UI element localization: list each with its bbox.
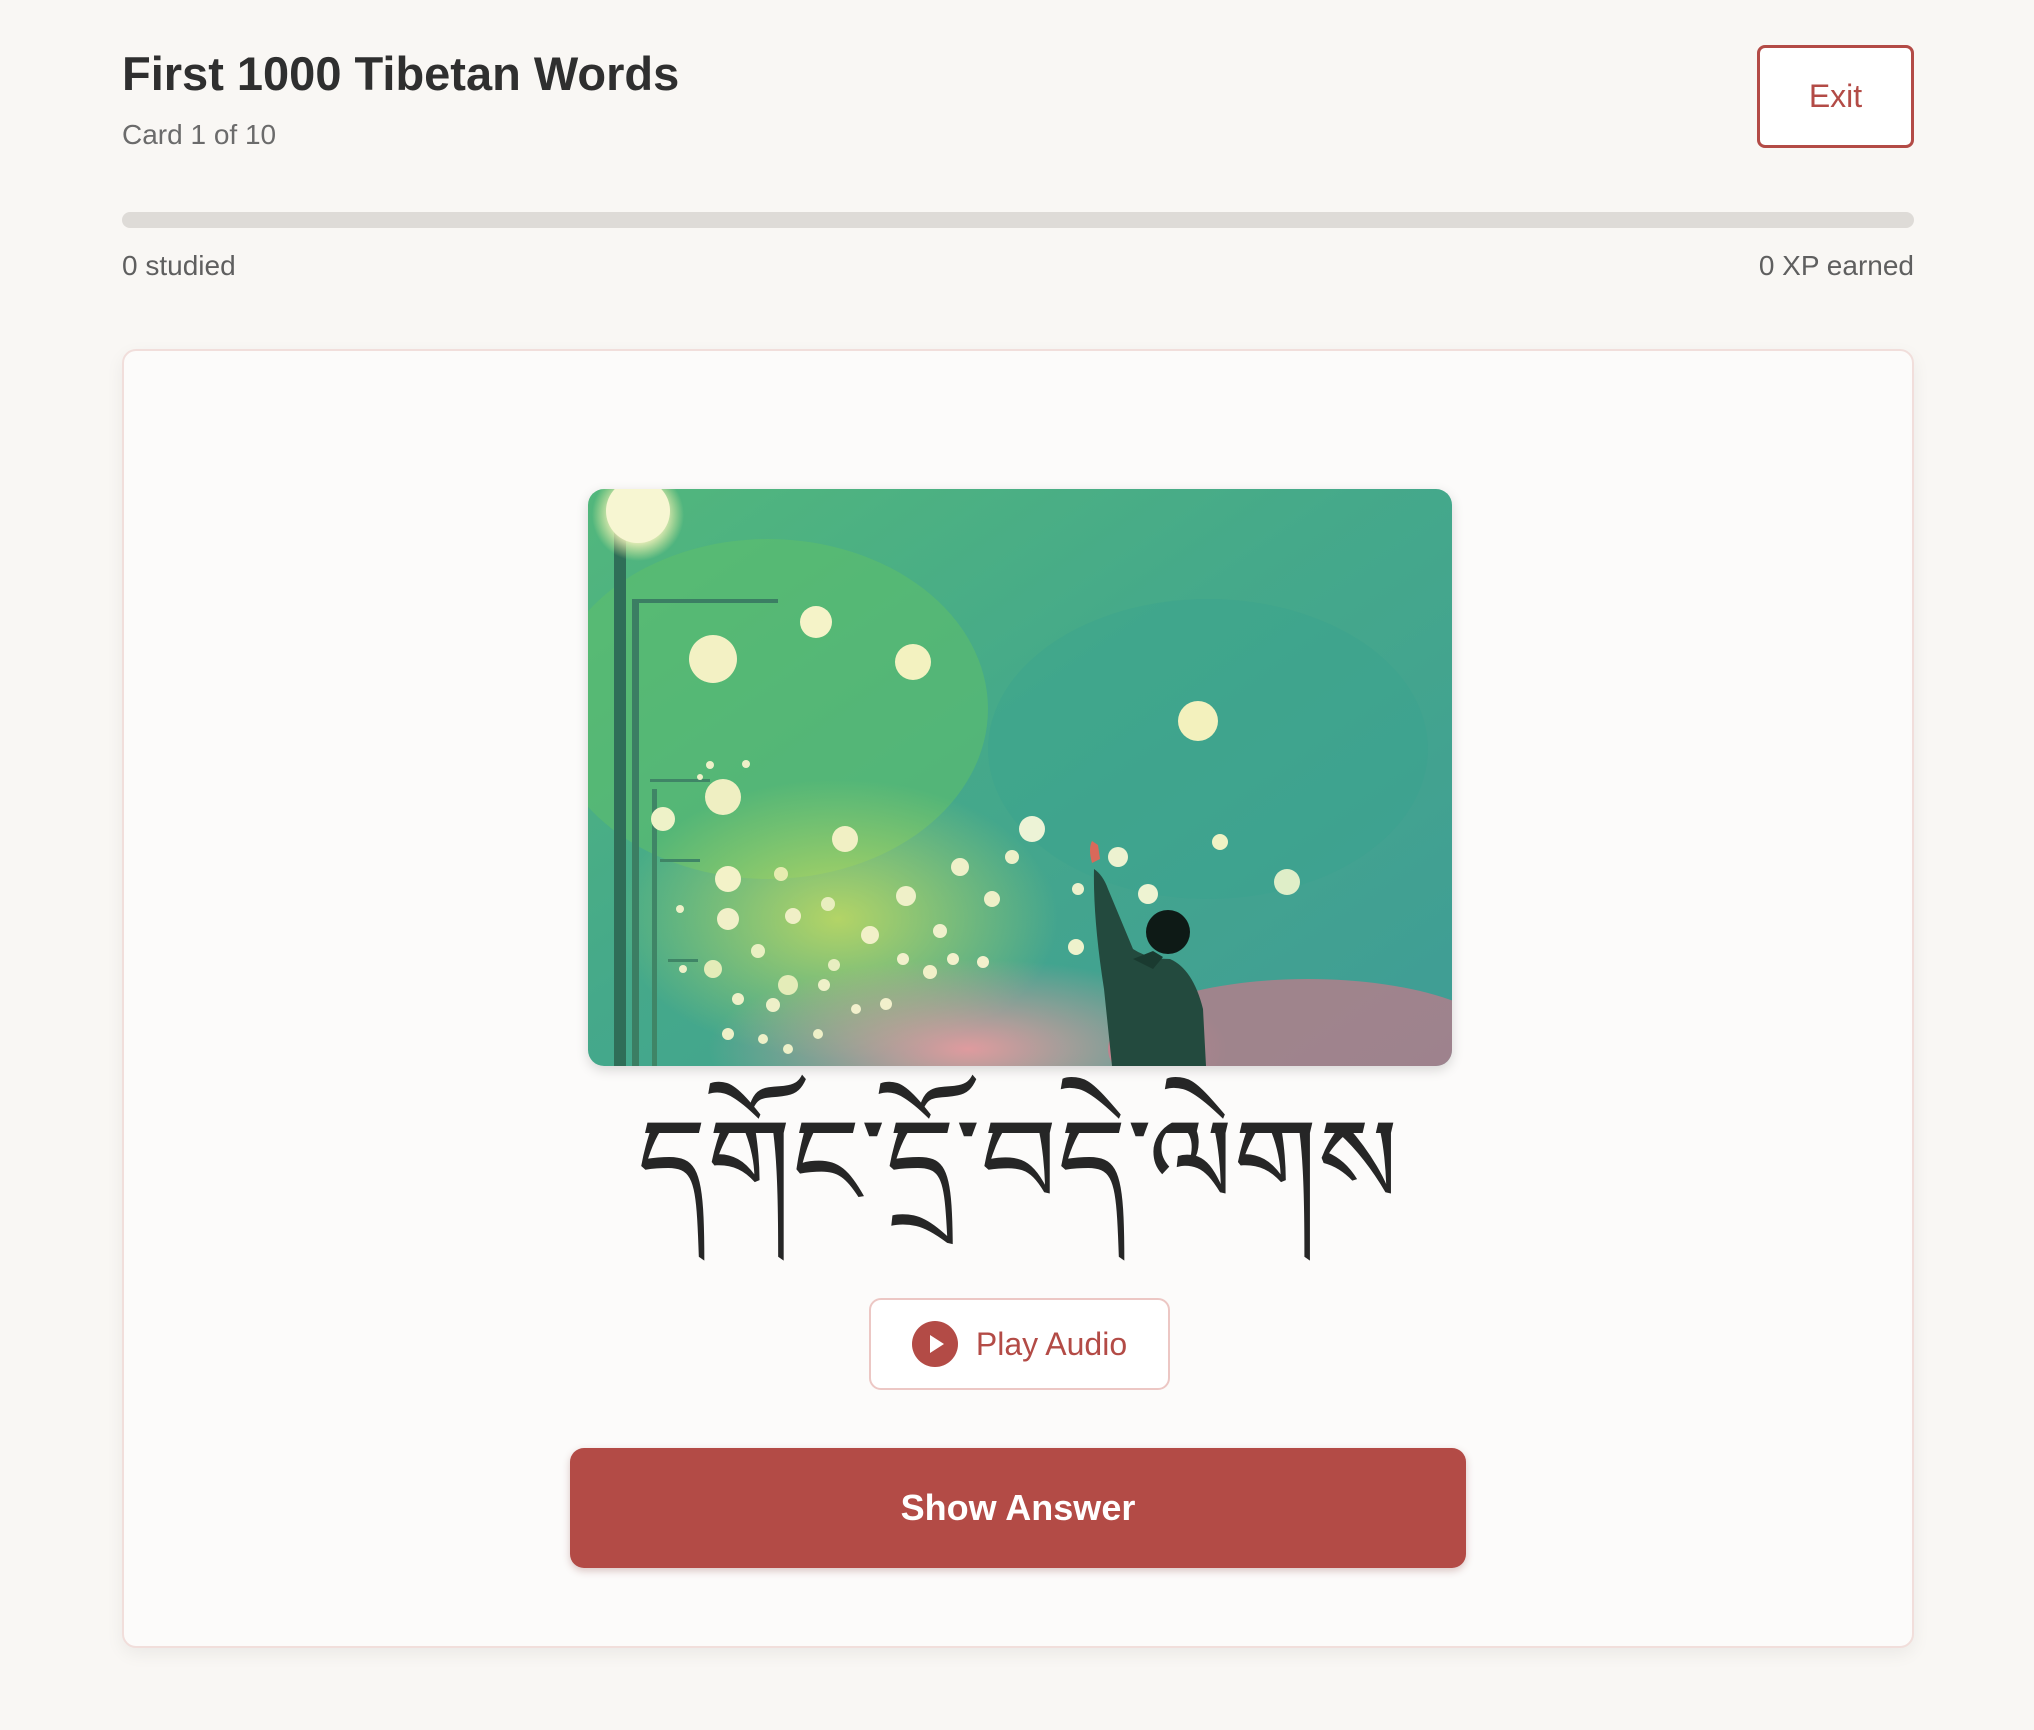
card-illustration	[588, 489, 1452, 1066]
progress-bar	[122, 212, 1914, 228]
deck-header: First 1000 Tibetan Words Card 1 of 10	[122, 50, 679, 149]
flashcard: དགོང་དྲོ་བདེ་ལེགས Play Audio Show Answer	[122, 349, 1914, 1648]
deck-title: First 1000 Tibetan Words	[122, 47, 680, 100]
show-answer-button[interactable]: Show Answer	[570, 1448, 1466, 1568]
play-audio-label: Play Audio	[975, 1325, 1128, 1362]
tibetan-word: དགོང་དྲོ་བདེ་ལེགས	[637, 1094, 1399, 1233]
xp-earned: 0 XP earned	[1758, 250, 1914, 281]
exit-button[interactable]: Exit	[1757, 45, 1914, 148]
flashcard-page: First 1000 Tibetan Words Card 1 of 10 Ex…	[0, 0, 2034, 1730]
studied-count: 0 studied	[122, 250, 236, 281]
play-audio-button[interactable]: Play Audio	[869, 1298, 1170, 1390]
card-counter: Card 1 of 10	[122, 119, 277, 150]
play-circle-icon	[911, 1321, 958, 1367]
